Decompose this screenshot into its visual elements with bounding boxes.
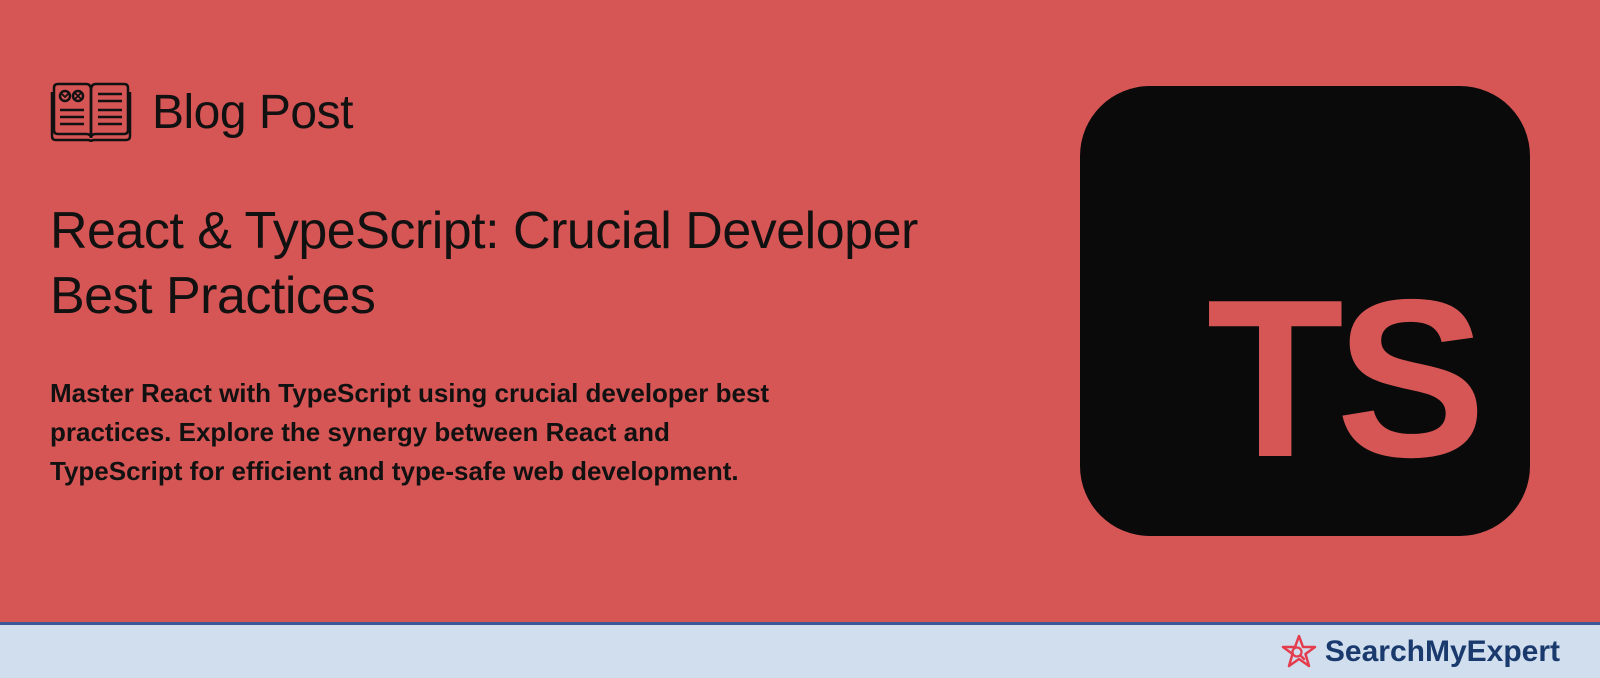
blog-banner: Blog Post React & TypeScript: Crucial De… [0,0,1600,622]
typescript-logo-text: TS [1206,266,1478,491]
brand-name: SearchMyExpert [1325,635,1560,669]
category-row: Blog Post [50,80,1030,144]
content-area: Blog Post React & TypeScript: Crucial De… [0,0,1080,622]
brand-logo: SearchMyExpert [1281,634,1560,670]
category-label: Blog Post [152,85,353,140]
star-icon [1281,634,1317,670]
book-icon [50,80,132,144]
article-description: Master React with TypeScript using cruci… [50,374,770,491]
article-headline: React & TypeScript: Crucial Developer Be… [50,199,1030,329]
ts-logo-container: TS [1080,0,1600,622]
typescript-logo: TS [1080,86,1530,536]
footer-bar: SearchMyExpert [0,622,1600,678]
